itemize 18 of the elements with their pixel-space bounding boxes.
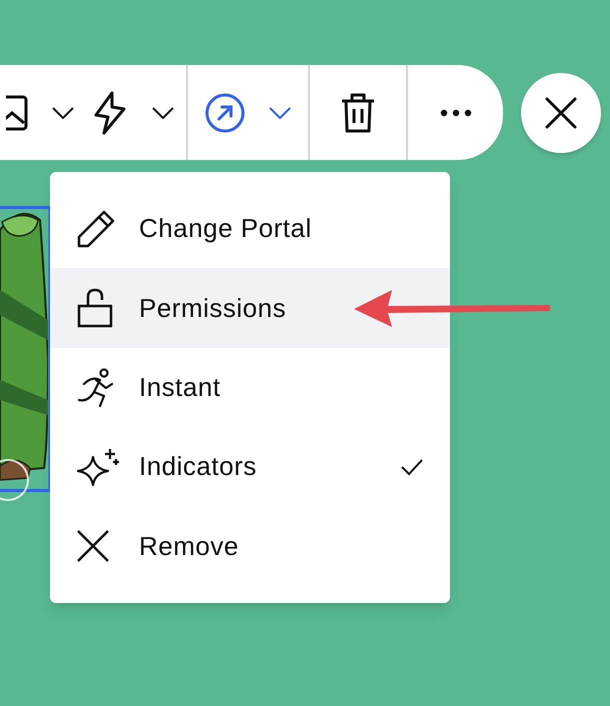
chevron-down-icon	[269, 106, 291, 118]
sparkle-icon	[76, 446, 120, 487]
pencil-icon	[76, 208, 116, 249]
running-person-icon	[76, 368, 116, 408]
x-icon	[76, 529, 110, 564]
trash-icon	[340, 92, 376, 132]
chevron-down-icon	[152, 106, 174, 118]
menu-item[interactable]: Permissions	[50, 268, 450, 348]
menu-item[interactable]: Change Portal	[50, 189, 450, 268]
menu-item[interactable]: Instant	[50, 348, 450, 428]
image-icon	[6, 94, 28, 130]
more-icon	[440, 108, 472, 116]
menu-item[interactable]: Indicators	[50, 427, 450, 507]
chevron-down-icon	[52, 106, 74, 118]
menu-item[interactable]: Remove	[50, 506, 450, 586]
lightning-icon	[92, 90, 128, 134]
arrow-circle-icon	[205, 92, 245, 132]
close-icon	[545, 97, 577, 129]
